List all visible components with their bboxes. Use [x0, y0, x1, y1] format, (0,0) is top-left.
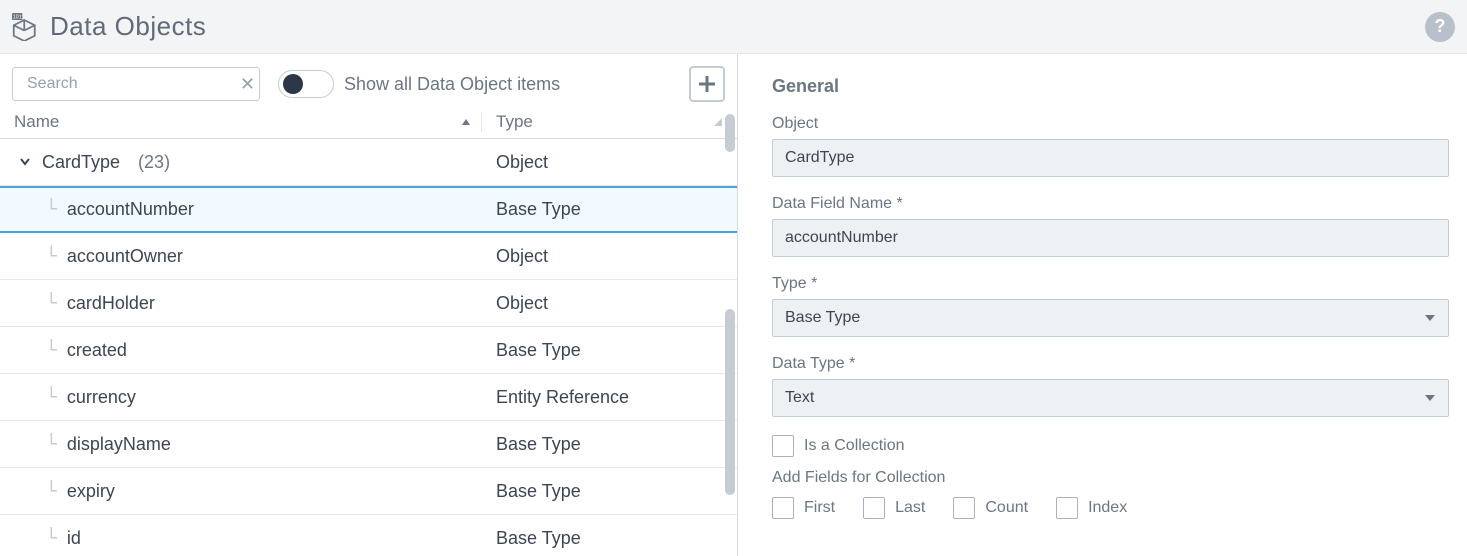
tree-row-type: Base Type [482, 340, 737, 361]
sort-handle-icon [713, 112, 723, 132]
count-label: Count [985, 499, 1028, 517]
tree-scrollbar[interactable] [725, 309, 735, 495]
tree-parent-row[interactable]: CardType (23) Object [0, 139, 737, 186]
show-all-toggle[interactable] [278, 70, 334, 98]
tree-row[interactable]: └ displayName Base Type [0, 421, 737, 468]
svg-text:1011: 1011 [13, 14, 24, 20]
index-label: Index [1088, 499, 1127, 517]
column-header-type[interactable]: Type [482, 112, 723, 132]
search-input[interactable] [27, 75, 234, 93]
tree-branch-icon: └ [46, 528, 57, 549]
sort-asc-icon [461, 112, 471, 132]
type-select[interactable]: Base Type [772, 299, 1449, 337]
chevron-down-icon [18, 152, 32, 173]
table-header: Name Type [0, 106, 737, 139]
column-name-label: Name [14, 112, 59, 132]
tree-branch-icon: └ [46, 481, 57, 502]
tree-row-type: Base Type [482, 199, 737, 220]
data-type-select-value: Text [785, 389, 814, 407]
tree-parent-type: Object [482, 152, 737, 173]
field-name-field[interactable] [772, 219, 1449, 257]
label-object: Object [772, 115, 1449, 133]
label-field-name: Data Field Name * [772, 195, 1449, 213]
column-type-label: Type [496, 112, 533, 132]
page-title: Data Objects [50, 11, 206, 42]
chevron-down-icon [1424, 312, 1436, 324]
data-objects-icon: 1011 [12, 13, 40, 41]
is-collection-label: Is a Collection [804, 437, 905, 455]
tree-parent-count: (23) [138, 152, 170, 173]
tree-branch-icon: └ [46, 199, 57, 220]
tree-row-name: currency [67, 387, 136, 408]
tree-row-type: Base Type [482, 434, 737, 455]
tree-row-type: Base Type [482, 528, 737, 549]
tree-row-name: id [67, 528, 81, 549]
left-toolbar: ✕ Show all Data Object items [0, 54, 737, 106]
first-label: First [804, 499, 835, 517]
tree-row[interactable]: └ created Base Type [0, 327, 737, 374]
tree-branch-icon: └ [46, 387, 57, 408]
label-data-type: Data Type * [772, 355, 1449, 373]
search-box[interactable]: ✕ [12, 67, 260, 101]
tree-row[interactable]: └ id Base Type [0, 515, 737, 556]
tree-row[interactable]: └ currency Entity Reference [0, 374, 737, 421]
last-checkbox[interactable] [863, 497, 885, 519]
count-checkbox[interactable] [953, 497, 975, 519]
tree-row-name: displayName [67, 434, 171, 455]
label-type: Type * [772, 275, 1449, 293]
details-pane: General Object Data Field Name * Type * … [738, 54, 1467, 556]
tree-row-name: accountNumber [67, 199, 194, 220]
help-button[interactable]: ? [1425, 12, 1455, 42]
tree-row[interactable]: └ accountOwner Object [0, 233, 737, 280]
chevron-down-icon [1424, 392, 1436, 404]
tree-branch-icon: └ [46, 293, 57, 314]
data-type-select[interactable]: Text [772, 379, 1449, 417]
first-checkbox[interactable] [772, 497, 794, 519]
tree-row-type: Base Type [482, 481, 737, 502]
last-label: Last [895, 499, 925, 517]
type-select-value: Base Type [785, 309, 860, 327]
header-bar: 1011 Data Objects ? [0, 0, 1467, 54]
tree-parent-name: CardType [42, 152, 120, 173]
tree-row-name: cardHolder [67, 293, 155, 314]
tree-row-name: expiry [67, 481, 115, 502]
tree: CardType (23) Object └ accountNumber Base … [0, 139, 737, 556]
is-collection-checkbox[interactable] [772, 435, 794, 457]
column-header-name[interactable]: Name [14, 112, 482, 132]
tree-branch-icon: └ [46, 434, 57, 455]
left-pane: ✕ Show all Data Object items Name Type [0, 54, 738, 556]
tree-row[interactable]: └ accountNumber Base Type [0, 186, 737, 233]
tree-row-type: Entity Reference [482, 387, 737, 408]
tree-row[interactable]: └ expiry Base Type [0, 468, 737, 515]
toggle-label: Show all Data Object items [344, 74, 560, 95]
tree-branch-icon: └ [46, 246, 57, 267]
clear-search-icon[interactable]: ✕ [240, 74, 255, 95]
add-button[interactable] [689, 66, 725, 102]
tree-row-type: Object [482, 246, 737, 267]
object-field[interactable] [772, 139, 1449, 177]
tree-row-name: created [67, 340, 127, 361]
tree-branch-icon: └ [46, 340, 57, 361]
tree-row-type: Object [482, 293, 737, 314]
tree-row-name: accountOwner [67, 246, 183, 267]
add-fields-label: Add Fields for Collection [772, 469, 1449, 487]
tree-row[interactable]: └ cardHolder Object [0, 280, 737, 327]
section-title-general: General [772, 76, 1449, 97]
index-checkbox[interactable] [1056, 497, 1078, 519]
plus-icon [697, 74, 717, 94]
